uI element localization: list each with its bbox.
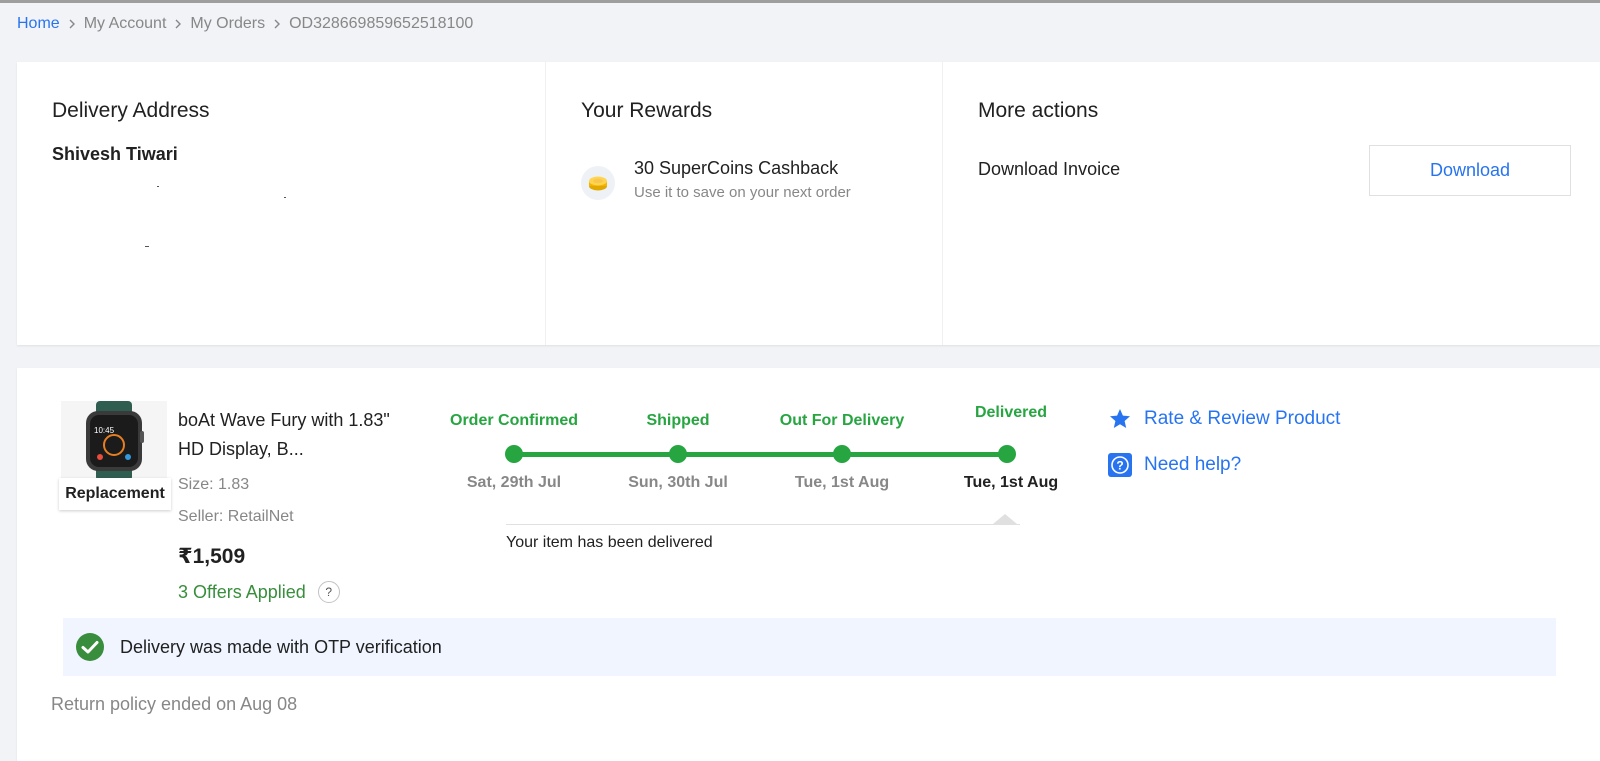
more-actions-section: More actions Download Invoice Download xyxy=(943,62,1600,345)
redacted-address-mark xyxy=(157,186,159,187)
step-date-out-for-delivery: Tue, 1st Aug xyxy=(794,474,890,491)
step-dot-out-for-delivery xyxy=(833,445,851,463)
check-circle-icon xyxy=(76,633,104,661)
product-size: Size: 1.83 xyxy=(178,476,250,493)
tracker-status-message: Your item has been delivered xyxy=(506,534,713,551)
more-actions-heading: More actions xyxy=(978,99,1099,122)
rewards-heading: Your Rewards xyxy=(581,99,713,122)
step-dot-shipped xyxy=(669,445,687,463)
step-date-delivered: Tue, 1st Aug xyxy=(963,474,1059,491)
svg-text:10:45: 10:45 xyxy=(94,426,115,435)
need-help-label: Need help? xyxy=(1144,454,1242,475)
rate-review-button[interactable]: Rate & Review Product xyxy=(1107,406,1340,432)
smartwatch-image: 10:45 xyxy=(86,401,144,481)
breadcrumb: Home My Account My Orders OD328669859652… xyxy=(17,15,473,33)
offers-applied[interactable]: 3 Offers Applied ? xyxy=(178,581,340,603)
star-icon xyxy=(1107,406,1133,432)
reward-title: 30 SuperCoins Cashback xyxy=(634,158,839,178)
step-date-shipped: Sun, 30th Jul xyxy=(628,474,728,491)
tracker-divider xyxy=(506,524,1020,525)
breadcrumb-order-id: OD328669859652518100 xyxy=(289,15,474,32)
product-title[interactable]: boAt Wave Fury with 1.83" HD Display, B.… xyxy=(178,406,418,464)
delivery-address-heading: Delivery Address xyxy=(52,99,210,122)
step-date-order-confirmed: Sat, 29th Jul xyxy=(466,474,562,491)
return-policy-text: Return policy ended on Aug 08 xyxy=(51,694,298,714)
step-label-delivered: Delivered xyxy=(974,404,1048,421)
tracker-progress-line xyxy=(514,452,1007,457)
help-icon: ? xyxy=(1107,452,1133,478)
rewards-section: Your Rewards 30 SuperCoins Cashback Use … xyxy=(546,62,943,345)
top-border xyxy=(0,0,1600,3)
product-price: ₹1,509 xyxy=(178,545,246,568)
order-item-card: 10:45 Replacement boAt Wave Fury with 1.… xyxy=(17,368,1600,761)
delivery-address-section: Delivery Address Shivesh Tiwari xyxy=(17,62,546,345)
download-invoice-button[interactable]: Download xyxy=(1369,145,1571,196)
chevron-right-icon xyxy=(265,15,289,33)
breadcrumb-my-account[interactable]: My Account xyxy=(84,15,167,33)
supercoin-icon xyxy=(581,166,615,200)
svg-text:?: ? xyxy=(1116,459,1123,473)
download-invoice-label: Download Invoice xyxy=(978,159,1121,179)
rate-review-label: Rate & Review Product xyxy=(1144,408,1341,429)
help-question-icon[interactable]: ? xyxy=(317,581,340,603)
replacement-badge: Replacement xyxy=(59,478,171,510)
chevron-right-icon xyxy=(166,15,190,33)
order-info-card: Delivery Address Shivesh Tiwari Your Rew… xyxy=(17,62,1600,345)
product-image[interactable]: 10:45 xyxy=(61,401,167,489)
step-label-out-for-delivery: Out For Delivery xyxy=(779,412,905,429)
order-tracker: Order Confirmed Shipped Out For Delivery… xyxy=(412,388,1082,551)
otp-verification-text: Delivery was made with OTP verification xyxy=(120,636,442,657)
breadcrumb-my-orders[interactable]: My Orders xyxy=(190,15,265,33)
need-help-button[interactable]: ? Need help? xyxy=(1107,452,1241,478)
step-dot-order-confirmed xyxy=(505,445,523,463)
otp-verification-banner: Delivery was made with OTP verification xyxy=(63,618,1556,676)
supercoins-reward: 30 SuperCoins Cashback Use it to save on… xyxy=(581,158,851,201)
chevron-right-icon xyxy=(60,15,84,33)
step-dot-delivered xyxy=(998,445,1016,463)
redacted-address-mark xyxy=(145,246,149,247)
offers-applied-label: 3 Offers Applied xyxy=(178,581,306,602)
step-label-order-confirmed: Order Confirmed xyxy=(449,412,579,429)
recipient-name: Shivesh Tiwari xyxy=(52,144,178,164)
product-seller: Seller: RetailNet xyxy=(178,508,294,525)
breadcrumb-home[interactable]: Home xyxy=(17,15,60,33)
redacted-address-mark xyxy=(284,197,286,198)
tracker-caret xyxy=(993,514,1017,524)
step-label-shipped: Shipped xyxy=(646,412,710,429)
reward-subtitle: Use it to save on your next order xyxy=(634,184,851,201)
